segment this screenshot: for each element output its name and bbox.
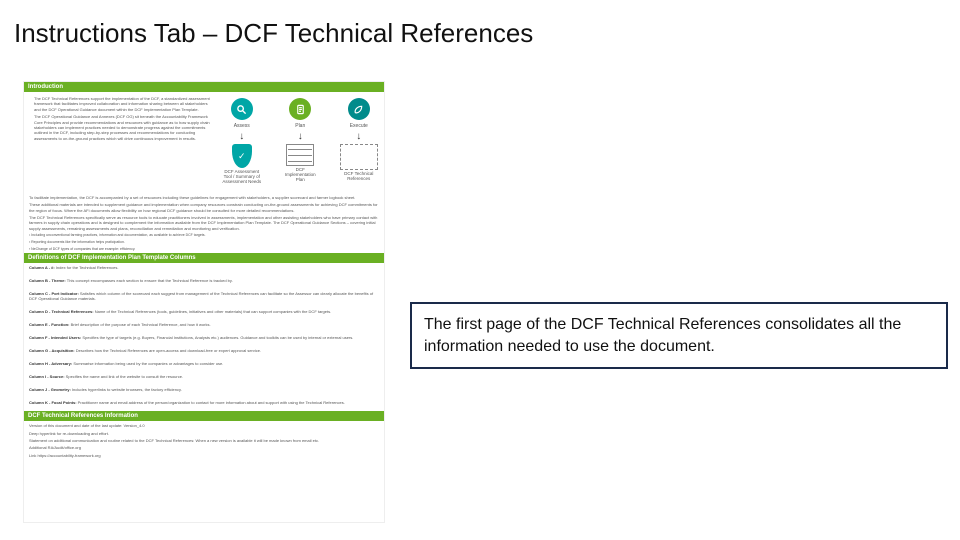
search-icon [231, 98, 253, 120]
arrow-down-icon: ↓ [239, 131, 244, 142]
column-definition: Column I - Source: Specifies the name an… [24, 372, 384, 381]
column-definition: Column J - Geometry: Includes hyperlinks… [24, 385, 384, 394]
intro-paragraph: The DCF Technical References support the… [34, 96, 213, 112]
document-thumbnail: Introduction The DCF Technical Reference… [24, 82, 384, 522]
column-definition: Column C - Port Indicator: Satisfies whi… [24, 289, 384, 303]
page-title: Instructions Tab – DCF Technical Referen… [14, 18, 533, 49]
diagram-label: Assess [234, 123, 250, 129]
diagram-label: Plan [295, 123, 305, 129]
doc-info-line: Deep hyperlink for re-downloading and ef… [29, 431, 379, 436]
dashed-box-icon [340, 144, 378, 170]
callout-box: The first page of the DCF Technical Refe… [410, 302, 948, 369]
column-definition: Column H - Adversary: Summarise informat… [24, 359, 384, 368]
column-definition: Column F - Intended Users: Specifies the… [24, 333, 384, 342]
column-definition: Column B - Theme: This concept encompass… [24, 276, 384, 285]
column-definition: Column K - Focal Points: Practitioner na… [24, 398, 384, 407]
diagram-caption: DCF Implementation Plan [280, 168, 321, 183]
intro-paragraph: The DCF Operational Guidance and Annexes… [34, 114, 213, 141]
process-diagram: Assess ↓ ✓ DCF Assessment Tool / Summary… [222, 94, 380, 191]
footnote: ¹ Including unconventional farming pract… [29, 233, 379, 238]
diagram-label: Execute [350, 123, 368, 129]
intro-paragraph: The DCF Technical References specificall… [29, 215, 379, 231]
column-definitions-list: Column A - #: Index for the Technical Re… [24, 263, 384, 411]
diagram-caption: DCF Technical References [339, 172, 380, 182]
doc-info-line: Link https://accountability-framework.or… [29, 453, 379, 458]
arrow-down-icon: ↓ [298, 131, 303, 142]
column-definition: Column G - Acquisition: Describes how th… [24, 346, 384, 355]
doc-info-line: Version of this document and date of the… [29, 423, 379, 428]
section-header-introduction: Introduction [24, 82, 384, 92]
column-definition: Column E - Function: Brief description o… [24, 320, 384, 329]
doc-info-line: Statement on additional communication an… [29, 438, 379, 443]
section-header-info: DCF Technical References Information [24, 411, 384, 421]
intro-paragraph: To facilitate implementation, the DCF is… [29, 195, 379, 200]
diagram-caption: DCF Assessment Tool / Summary of Assessm… [222, 170, 263, 185]
sheet-icon [286, 144, 314, 166]
footnote: ² Reporting documents like the informati… [29, 240, 379, 245]
arrow-down-icon: ↓ [356, 131, 361, 142]
intro-paragraph: These additional materials are intended … [29, 202, 379, 213]
footnote: ³ NeChange of DCF types of companies tha… [29, 247, 379, 252]
doc-info-line: Additional RA/Audit/office.org [29, 445, 379, 450]
shield-icon: ✓ [232, 144, 252, 168]
column-definition: Column A - #: Index for the Technical Re… [24, 263, 384, 272]
clipboard-icon [289, 98, 311, 120]
leaf-icon [348, 98, 370, 120]
column-definition: Column D - Technical References: Name of… [24, 307, 384, 316]
callout-text: The first page of the DCF Technical Refe… [424, 316, 901, 355]
section-header-definitions: Definitions of DCF Implementation Plan T… [24, 253, 384, 263]
